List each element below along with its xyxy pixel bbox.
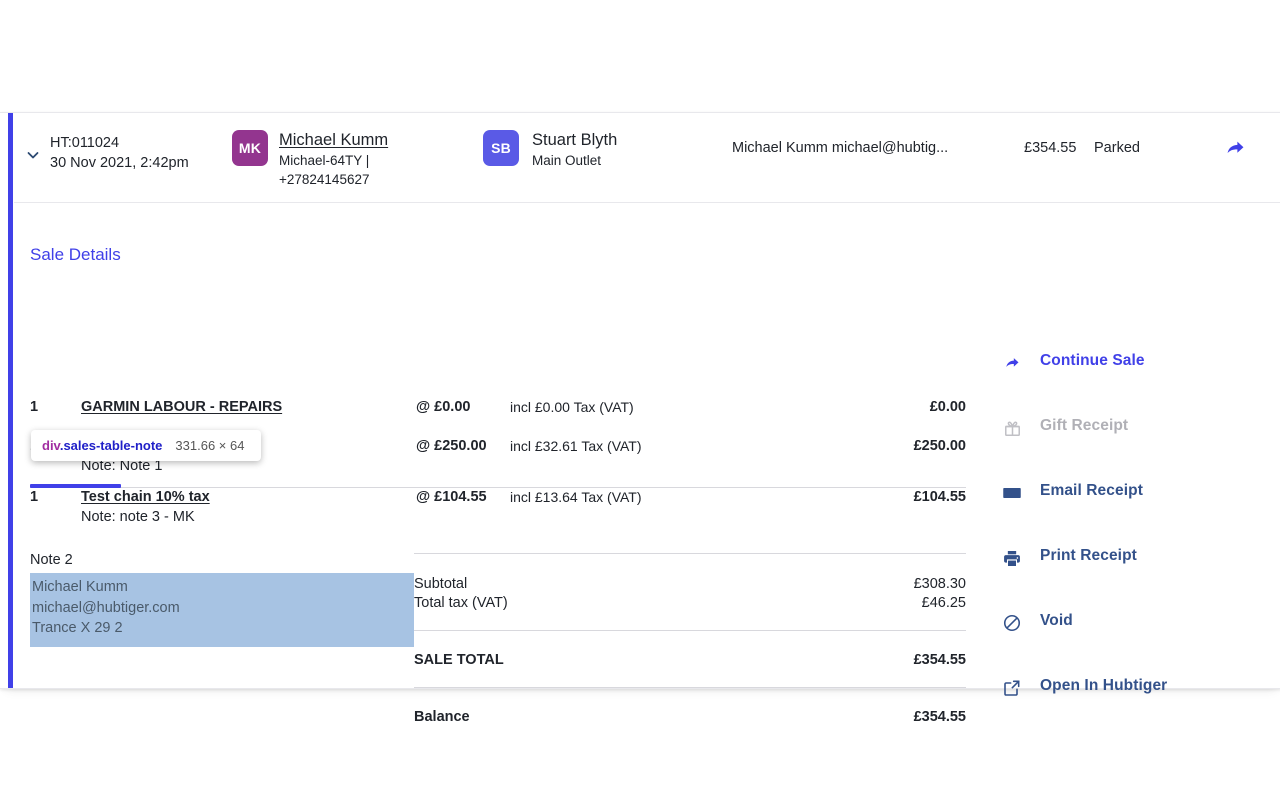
- tab-sale-details[interactable]: Sale Details: [30, 245, 121, 279]
- total-value: £308.30: [914, 576, 966, 592]
- item-name[interactable]: Test chain 10% tax: [81, 489, 210, 505]
- note-line: Trance X 29 2: [30, 618, 414, 639]
- gift-receipt-button: Gift Receipt: [990, 418, 1270, 483]
- item-tax: incl £13.64 Tax (VAT): [510, 489, 642, 505]
- sale-items-table: 1 GARMIN LABOUR - REPAIRS @ £0.00 incl £…: [30, 399, 966, 528]
- sale-reference: HT:011024 30 Nov 2021, 2:42pm: [50, 133, 189, 173]
- header-contact-summary: Michael Kumm michael@hubtig...: [732, 140, 972, 156]
- inspect-selector: div.sales-table-note: [42, 438, 162, 453]
- staff-outlet: Main Outlet: [532, 152, 617, 171]
- total-row-balance: Balance £354.55: [414, 709, 966, 728]
- sale-card: HT:011024 30 Nov 2021, 2:42pm MK Michael…: [0, 112, 1280, 689]
- staff-name: Stuart Blyth: [532, 129, 617, 152]
- app-page: HT:011024 30 Nov 2021, 2:42pm MK Michael…: [0, 0, 1280, 800]
- note-label: Note 2: [30, 552, 73, 568]
- table-row: 1 Test chain 10% tax Note: note 3 - MK @…: [30, 489, 966, 523]
- external-link-icon: [1002, 678, 1022, 698]
- continue-sale-button[interactable]: Continue Sale: [990, 353, 1270, 418]
- ban-icon: [1002, 613, 1022, 633]
- item-qty: 1: [30, 399, 38, 415]
- printer-icon: [1002, 548, 1022, 568]
- inspect-class-name: .sales-table-note: [60, 438, 163, 453]
- item-price: @ £0.00: [416, 399, 470, 415]
- sale-date: 30 Nov 2021, 2:42pm: [50, 153, 189, 173]
- forward-arrow-icon[interactable]: [1222, 135, 1250, 163]
- action-label: Open In Hubtiger: [1040, 677, 1167, 695]
- email-receipt-button[interactable]: Email Receipt: [990, 483, 1270, 548]
- sale-reference-id: HT:011024: [50, 133, 189, 153]
- total-row-tax: Total tax (VAT) £46.25: [414, 595, 966, 614]
- total-row-subtotal: Subtotal £308.30: [414, 576, 966, 595]
- sales-table-note: Michael Kumm michael@hubtiger.com Trance…: [30, 573, 414, 647]
- item-name[interactable]: GARMIN LABOUR - REPAIRS: [81, 399, 282, 415]
- total-value: £354.55: [914, 709, 966, 725]
- gift-icon: [1002, 418, 1022, 438]
- envelope-icon: [1002, 483, 1022, 503]
- customer-avatar: MK: [232, 130, 268, 166]
- tab-bar: Sale Details: [30, 245, 966, 279]
- inspect-tag-name: div: [42, 438, 60, 453]
- sale-header-row[interactable]: HT:011024 30 Nov 2021, 2:42pm MK Michael…: [14, 113, 1280, 203]
- card-accent-bar: [8, 113, 13, 688]
- totals-section: Subtotal £308.30 Total tax (VAT) £46.25 …: [414, 553, 966, 728]
- total-label: Total tax (VAT): [414, 595, 508, 611]
- status-badge: Parked: [1094, 140, 1140, 156]
- staff-block: Stuart Blyth Main Outlet: [532, 129, 617, 171]
- note-line: michael@hubtiger.com: [30, 598, 414, 619]
- total-row-sale-total: SALE TOTAL £354.55: [414, 652, 966, 671]
- item-tax: incl £32.61 Tax (VAT): [510, 438, 642, 454]
- staff-avatar: SB: [483, 130, 519, 166]
- item-price: @ £250.00: [416, 438, 487, 454]
- action-label: Continue Sale: [1040, 352, 1145, 370]
- customer-name-link[interactable]: Michael Kumm: [279, 129, 388, 152]
- total-value: £354.55: [914, 652, 966, 668]
- item-total: £104.55: [914, 489, 966, 505]
- note-line: Michael Kumm: [30, 577, 414, 598]
- total-value: £46.25: [922, 595, 966, 611]
- total-label: Balance: [414, 709, 470, 725]
- void-button[interactable]: Void: [990, 613, 1270, 678]
- header-amount: £354.55: [1024, 140, 1076, 156]
- forward-arrow-icon: [1002, 353, 1022, 373]
- customer-meta-line-2: +27824145627: [279, 171, 388, 190]
- item-price: @ £104.55: [416, 489, 487, 505]
- inspect-dimensions: 331.66 × 64: [175, 438, 244, 453]
- action-label: Void: [1040, 612, 1073, 630]
- item-note: Note: note 3 - MK: [81, 509, 195, 525]
- action-label: Gift Receipt: [1040, 417, 1128, 435]
- item-total: £250.00: [914, 438, 966, 454]
- open-in-hubtiger-button[interactable]: Open In Hubtiger: [990, 678, 1270, 743]
- chevron-down-icon[interactable]: [25, 147, 41, 163]
- print-receipt-button[interactable]: Print Receipt: [990, 548, 1270, 613]
- action-label: Email Receipt: [1040, 482, 1143, 500]
- item-tax: incl £0.00 Tax (VAT): [510, 399, 634, 415]
- total-label: SALE TOTAL: [414, 652, 504, 668]
- sale-actions-panel: Continue Sale Gift Receipt: [990, 353, 1270, 743]
- item-total: £0.00: [930, 399, 966, 415]
- action-label: Print Receipt: [1040, 547, 1137, 565]
- customer-block: Michael Kumm Michael-64TY | +27824145627: [279, 129, 388, 190]
- customer-meta-line-1: Michael-64TY |: [279, 152, 388, 171]
- total-label: Subtotal: [414, 576, 467, 592]
- devtools-inspect-tooltip: div.sales-table-note 331.66 × 64: [31, 430, 261, 461]
- item-qty: 1: [30, 489, 38, 505]
- table-row: 1 GARMIN LABOUR - REPAIRS @ £0.00 incl £…: [30, 399, 966, 433]
